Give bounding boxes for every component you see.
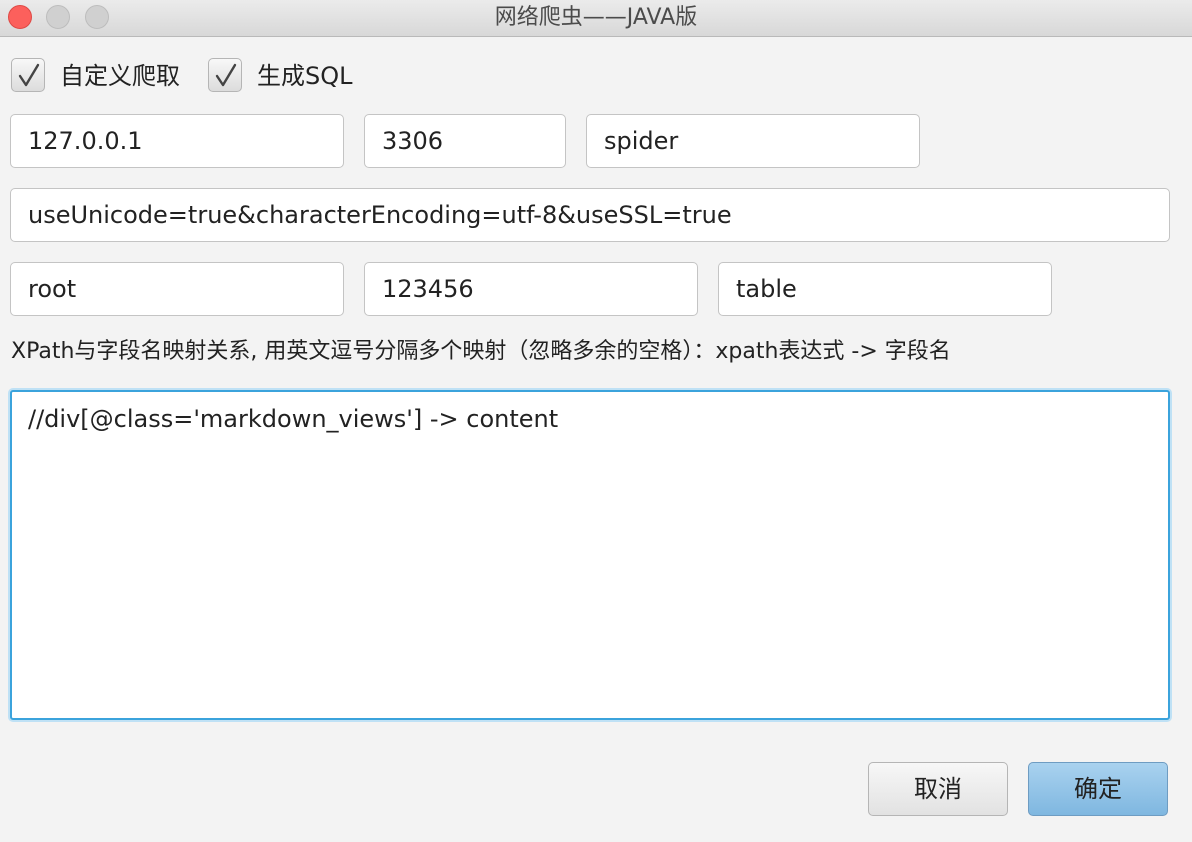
- ok-button[interactable]: 确定: [1028, 762, 1168, 816]
- generate-sql-label: 生成SQL: [257, 62, 353, 90]
- window-title: 网络爬虫——JAVA版: [494, 5, 698, 30]
- checkmark-icon: [18, 63, 40, 87]
- username-field[interactable]: root: [10, 262, 344, 316]
- generate-sql-checkbox[interactable]: [208, 58, 242, 92]
- custom-crawl-label: 自定义爬取: [60, 62, 180, 90]
- xpath-mapping-textarea[interactable]: //div[@class='markdown_views'] -> conten…: [10, 390, 1170, 720]
- cancel-button[interactable]: 取消: [868, 762, 1008, 816]
- mapping-hint: XPath与字段名映射关系, 用英文逗号分隔多个映射（忽略多余的空格）：xpat…: [11, 339, 951, 364]
- dialog-window: 网络爬虫——JAVA版 自定义爬取 生成SQL 127.0.0.1 3306 s…: [0, 0, 1192, 842]
- custom-crawl-checkbox[interactable]: [11, 58, 45, 92]
- database-field[interactable]: spider: [586, 114, 920, 168]
- connection-params-field[interactable]: useUnicode=true&characterEncoding=utf-8&…: [10, 188, 1170, 242]
- table-field[interactable]: table: [718, 262, 1052, 316]
- host-field[interactable]: 127.0.0.1: [10, 114, 344, 168]
- port-field[interactable]: 3306: [364, 114, 566, 168]
- title-bar: 网络爬虫——JAVA版: [0, 0, 1192, 37]
- password-field[interactable]: 123456: [364, 262, 698, 316]
- checkmark-icon: [215, 63, 237, 87]
